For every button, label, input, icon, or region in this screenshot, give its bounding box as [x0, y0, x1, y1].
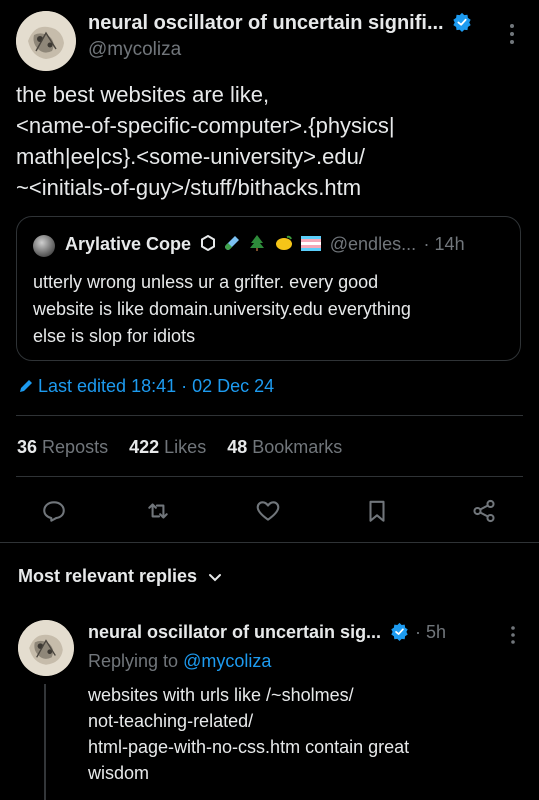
reply-button[interactable]: [41, 498, 67, 529]
chevron-down-icon: [208, 567, 222, 588]
quote-text-line: website is like domain.university.edu ev…: [33, 299, 411, 319]
quote-author-avatar: [33, 235, 55, 257]
likes-stat[interactable]: 422 Likes: [129, 437, 206, 457]
engagement-stats: 36 Reposts 422 Likes 48 Bookmarks: [17, 437, 342, 458]
replying-to-handle-link[interactable]: @mycoliza: [183, 651, 271, 671]
repost-icon: [148, 503, 168, 519]
thread-line: [44, 684, 46, 800]
reply-text-line: wisdom: [88, 763, 150, 783]
share-icon: [473, 499, 495, 523]
author-avatar[interactable]: [16, 11, 76, 71]
quote-time: · 14h: [423, 234, 465, 254]
heart-icon: [256, 501, 280, 521]
tweet-text-line: math|ee|cs}.<some-university>.edu/: [16, 144, 365, 169]
trans-flag-emoji-icon: [301, 235, 322, 256]
reposts-stat[interactable]: 36 Reposts: [17, 437, 108, 457]
reply-author-avatar[interactable]: [18, 620, 74, 676]
quote-author-handle: @endles...: [329, 234, 417, 254]
bookmark-button[interactable]: [364, 498, 390, 529]
verified-badge-icon: [390, 622, 409, 646]
tweet-text-line: the best websites are like,: [16, 82, 270, 107]
bookmark-icon: [369, 500, 385, 522]
replying-to: Replying to @mycoliza: [88, 651, 271, 672]
replying-to-prefix: Replying to: [88, 651, 179, 671]
reposts-count: 36: [17, 437, 38, 457]
bookmarks-stat[interactable]: 48 Bookmarks: [227, 437, 342, 457]
share-button[interactable]: [471, 498, 497, 529]
reply-text-line: websites with urls like /~sholmes/: [88, 685, 354, 705]
reply-icon: [43, 501, 65, 522]
quote-text-line: else is slop for idiots: [33, 326, 196, 346]
last-edited-text: Last edited 18:41 · 02 Dec 24: [38, 376, 275, 396]
reply-author-name[interactable]: neural oscillator of uncertain sig...: [88, 622, 381, 642]
likes-count: 422: [129, 437, 160, 457]
bookmarks-count: 48: [227, 437, 248, 457]
tree-emoji-icon: [248, 234, 266, 257]
quoted-tweet-card[interactable]: Arylative Cope @endles... · 14h utterly …: [16, 216, 521, 361]
tweet-text-line: ~<initials-of-guy>/stuff/bithacks.htm: [16, 175, 362, 200]
like-button[interactable]: [255, 498, 281, 529]
reply-text: websites with urls like /~sholmes/ not-t…: [88, 682, 528, 786]
divider: [16, 415, 523, 416]
author-name[interactable]: neural oscillator of uncertain signifi..…: [88, 12, 444, 34]
reply-sort-label: Most relevant replies: [18, 566, 198, 586]
more-options-icon[interactable]: [505, 22, 519, 46]
quote-text: utterly wrong unless ur a grifter. every…: [33, 269, 513, 350]
reply-author-row: neural oscillator of uncertain sig... · …: [88, 622, 446, 646]
quote-author-row: Arylative Cope @endles... · 14h: [65, 234, 465, 257]
tweet-text-line: <name-of-specific-computer>.{physics|: [16, 113, 395, 138]
tweet-text: the best websites are like, <name-of-spe…: [16, 80, 526, 202]
lemon-emoji-icon: [274, 234, 294, 257]
hexagon-badge-icon: [200, 235, 216, 256]
divider: [0, 542, 539, 543]
reply-more-options-icon[interactable]: [507, 625, 519, 645]
divider: [16, 476, 523, 477]
bookmarks-label: Bookmarks: [252, 437, 343, 457]
author-handle[interactable]: @mycoliza: [88, 39, 181, 61]
quote-text-line: utterly wrong unless ur a grifter. every…: [33, 272, 379, 292]
reply-time: · 5h: [414, 622, 446, 643]
pencil-icon: [18, 378, 34, 399]
author-name-row: neural oscillator of uncertain signifi..…: [88, 12, 488, 38]
repost-button[interactable]: [145, 498, 171, 529]
reply-text-line: html-page-with-no-css.htm contain great: [88, 737, 410, 757]
reply-text-line: not-teaching-related/: [88, 711, 254, 731]
likes-label: Likes: [164, 437, 207, 457]
reply-sort-dropdown[interactable]: Most relevant replies: [18, 566, 222, 588]
test-tube-emoji-icon: [223, 234, 241, 257]
verified-badge-icon: [452, 12, 472, 37]
last-edited-link[interactable]: Last edited 18:41 · 02 Dec 24: [18, 376, 274, 399]
reposts-label: Reposts: [42, 437, 109, 457]
quote-author-name: Arylative Cope: [65, 234, 192, 254]
